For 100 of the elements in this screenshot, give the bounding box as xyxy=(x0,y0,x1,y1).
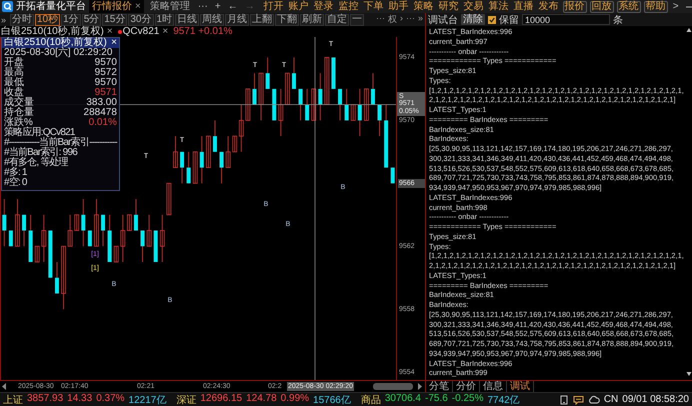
index-name: 上证 xyxy=(3,394,23,406)
keep-checkbox[interactable] xyxy=(488,16,496,24)
candlestick xyxy=(324,56,330,106)
strategy-tab[interactable]: QCv821 xyxy=(122,26,160,37)
candlestick xyxy=(390,167,395,184)
field-value: 9570 xyxy=(94,78,117,88)
menu-item[interactable]: 下单 xyxy=(362,0,385,13)
close-button[interactable]: × xyxy=(106,26,113,37)
toolbar-button[interactable]: ··· xyxy=(376,13,385,26)
period-button[interactable]: 1分 xyxy=(61,14,81,26)
close-button[interactable]: × xyxy=(111,38,117,48)
symbol-tab[interactable]: 白银2510(10秒,前复权) xyxy=(1,26,104,37)
strategy-note: #空: 0 xyxy=(3,178,28,188)
candlestick xyxy=(15,198,20,247)
toolbar-button[interactable]: 一 xyxy=(350,14,364,26)
toolbar-button[interactable]: » xyxy=(418,13,423,26)
scroll-right-icon[interactable] xyxy=(418,383,422,390)
candlestick xyxy=(134,198,138,232)
index-name: 深证 xyxy=(176,394,196,406)
info-datetime: 2025-08-30[六] 02:29:20 xyxy=(3,48,114,58)
menu-item[interactable]: 登录 xyxy=(312,0,335,13)
candlestick xyxy=(173,136,178,168)
strategy-note: #多: 1 xyxy=(3,168,28,178)
menu-button[interactable]: 回放 xyxy=(590,0,614,12)
period-button[interactable]: 1时 xyxy=(154,14,174,26)
menu-item[interactable]: 研究 xyxy=(438,0,460,13)
field-label: 涨跌% xyxy=(4,118,33,128)
candlestick xyxy=(2,198,6,247)
period-button[interactable]: 分时 xyxy=(10,14,34,26)
strategy-note: #------------当前Bar索引----------- xyxy=(3,138,118,148)
scrollbar-thumb[interactable] xyxy=(373,383,413,390)
app-tab[interactable]: 策略管理 xyxy=(146,0,193,13)
candlestick xyxy=(154,230,158,262)
cloud-icon[interactable] xyxy=(588,394,600,404)
candlestick xyxy=(206,136,211,168)
candlestick xyxy=(108,214,112,262)
menu-item[interactable]: 算法 xyxy=(488,0,510,13)
scroll-left-icon[interactable] xyxy=(2,383,6,390)
period-button[interactable]: 月线 xyxy=(225,14,250,26)
keep-label: 保留 xyxy=(499,14,519,26)
more-menu-button[interactable]: > xyxy=(670,0,681,13)
app-tab[interactable]: 行情报价 × xyxy=(89,0,144,13)
candlestick xyxy=(350,104,356,121)
toolbar-button[interactable]: ··· xyxy=(406,13,415,26)
candlestick xyxy=(54,262,59,294)
period-button[interactable]: 日线 xyxy=(175,14,200,26)
toolbar-button[interactable]: 权 xyxy=(388,13,397,26)
period-button[interactable]: 15分 xyxy=(102,14,128,26)
candlestick xyxy=(298,88,303,121)
menu-item[interactable]: 打开 xyxy=(262,0,285,13)
period-button[interactable]: 周线 xyxy=(200,14,224,26)
candlestick xyxy=(338,88,342,121)
menu-item[interactable]: 策略 xyxy=(412,0,435,13)
quote-text: 9571 +0.01% xyxy=(173,26,232,37)
period-button[interactable]: 10秒 xyxy=(35,14,60,26)
menu-item[interactable]: 发布 xyxy=(538,0,560,13)
candlestick xyxy=(344,88,349,121)
status-dot-icon xyxy=(118,30,122,34)
keep-count-field[interactable]: 10000 xyxy=(522,14,610,25)
candlestick xyxy=(364,88,369,121)
period-button[interactable]: 5分 xyxy=(82,14,102,26)
toolbar-button[interactable]: › xyxy=(400,13,403,26)
candlestick xyxy=(370,72,375,106)
toolbar-button[interactable]: 刷新 xyxy=(300,14,324,26)
close-button[interactable]: × xyxy=(162,26,168,37)
turnover-amount: 15766亿 xyxy=(313,394,351,406)
period-button[interactable]: 30分 xyxy=(128,14,154,26)
strategy-note: #当前Bar索引: 996 xyxy=(3,148,78,158)
field-label: 最低 xyxy=(4,78,24,88)
toolbar-button[interactable]: 下翻 xyxy=(275,14,300,26)
expand-button[interactable]: » xyxy=(1,14,9,24)
console-title: 调试台 xyxy=(428,14,458,26)
candlestick xyxy=(384,104,388,168)
menu-button[interactable]: 系统 xyxy=(616,0,641,12)
unit-label: 条 xyxy=(613,14,623,26)
toolbar-button[interactable]: 自定 xyxy=(325,14,350,26)
menu-item[interactable]: 直播 xyxy=(512,0,535,13)
clear-button[interactable]: 清除 xyxy=(461,14,485,25)
back-button[interactable]: ← xyxy=(226,0,240,13)
close-tab-button[interactable]: × xyxy=(135,0,141,13)
menu-item[interactable]: 监控 xyxy=(338,0,360,13)
candlestick xyxy=(258,72,264,121)
candlestick xyxy=(48,230,52,278)
candlestick xyxy=(28,214,33,262)
candlestick xyxy=(266,56,270,90)
field-label: 成交量 xyxy=(4,98,34,108)
candlestick xyxy=(94,198,99,247)
tablet-icon[interactable] xyxy=(558,394,569,404)
menu-item[interactable]: 账户 xyxy=(288,0,310,13)
menu-item[interactable]: 交易 xyxy=(462,0,485,13)
menu-button[interactable]: 报价 xyxy=(562,0,587,12)
more-tabs-button[interactable]: ··· xyxy=(196,0,210,13)
field-value: 0.01% xyxy=(88,118,117,128)
message-icon[interactable] xyxy=(572,394,584,404)
candlestick xyxy=(220,151,224,184)
new-tab-button[interactable]: + xyxy=(212,0,223,13)
index-change: 14.33 xyxy=(67,392,92,406)
menu-button[interactable]: 帮助 xyxy=(644,0,668,12)
menu-item[interactable]: 助手 xyxy=(388,0,410,13)
toolbar-button[interactable]: 上翻 xyxy=(250,14,274,26)
